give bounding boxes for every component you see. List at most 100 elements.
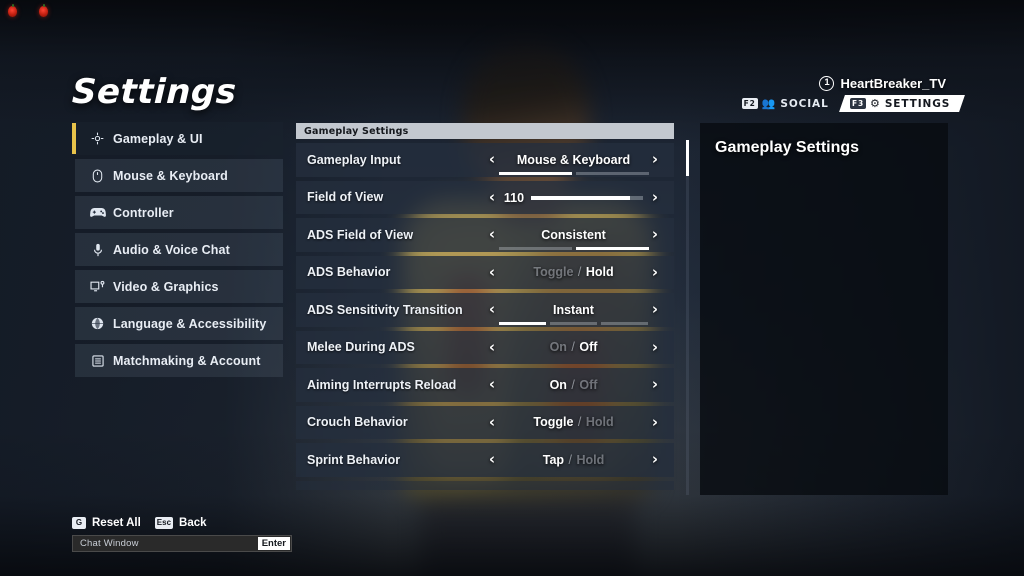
slider-value: 110 (503, 190, 525, 205)
keycap: G (72, 517, 86, 529)
menu-tabbar[interactable]: F2 👥 SOCIAL F3 ⚙ SETTINGS (738, 95, 965, 112)
value-text: Instant (553, 302, 594, 317)
settings-row-label: Sprint Behavior (307, 452, 401, 467)
sidebar-item-audio-voice-chat[interactable]: Audio & Voice Chat (75, 233, 283, 266)
settings-scrollbar[interactable] (686, 140, 689, 495)
chevron-left-icon[interactable]: ‹ (485, 227, 499, 242)
monitor-icon (89, 279, 106, 294)
chevron-left-icon[interactable]: ‹ (485, 152, 499, 167)
key-hint[interactable]: Esc Back (154, 517, 207, 529)
settings-row[interactable]: Aiming Interrupts Reload ‹ On / Off › (296, 368, 674, 402)
chevron-left-icon[interactable]: ‹ (485, 377, 499, 392)
chevron-left-icon[interactable]: ‹ (485, 189, 499, 205)
settings-row[interactable]: Field of View ‹ 110 › (296, 180, 674, 214)
value-text: Mouse & Keyboard (516, 152, 631, 167)
chevron-right-icon[interactable]: › (648, 414, 662, 430)
tab-social[interactable]: F2 👥 SOCIAL (738, 95, 838, 112)
slider-track[interactable] (531, 195, 644, 200)
chevron-left-icon[interactable]: ‹ (485, 264, 499, 280)
list-icon (89, 353, 106, 368)
tab-social-label: SOCIAL (780, 97, 829, 110)
value-option-active: Toggle (533, 415, 574, 430)
settings-row[interactable]: Sprint Behavior ‹ Tap / Hold › (296, 443, 674, 477)
chevron-left-icon[interactable]: ‹ (485, 414, 499, 430)
chevron-left-icon[interactable]: ‹ (485, 452, 499, 467)
settings-row-value: Toggle / Hold (499, 415, 648, 429)
sidebar-item-gameplay-ui[interactable]: Gameplay & UI (72, 122, 283, 155)
value-separator: / (571, 377, 575, 392)
sidebar-item-mouse-keyboard[interactable]: Mouse & Keyboard (75, 159, 283, 192)
settings-row-partial[interactable] (296, 480, 674, 490)
settings-row-value: Consistent (498, 227, 649, 250)
settings-row-label: ADS Field of View (307, 227, 414, 242)
settings-row[interactable]: Crouch Behavior ‹ Toggle / Hold › (296, 405, 674, 439)
value-text: Consistent (541, 227, 606, 242)
segment-tick (498, 171, 572, 175)
settings-row[interactable]: ADS Sensitivity Transition ‹ Instant › (296, 293, 674, 327)
party-slot-badge: 1 (819, 76, 835, 91)
segment-tick (549, 321, 598, 325)
settings-row-value: On / Off (499, 340, 648, 354)
segment-tick (575, 171, 649, 175)
chevron-right-icon[interactable]: › (648, 339, 662, 355)
chat-input-placeholder: Chat Window (80, 538, 139, 549)
sidebar-item-matchmaking-account[interactable]: Matchmaking & Account (75, 344, 283, 377)
value-option-inactive: Hold (576, 452, 605, 467)
chevron-left-icon[interactable]: ‹ (485, 302, 499, 317)
value-option-active: Tap (542, 452, 565, 467)
value-separator: / (568, 452, 572, 467)
red-indicator-dot (8, 6, 17, 17)
value-separator: / (577, 265, 582, 280)
settings-row[interactable]: Melee During ADS ‹ On / Off › (296, 330, 674, 364)
crosshair-icon (89, 131, 106, 146)
settings-row-value: 110 (499, 190, 648, 205)
keycap: Esc (154, 517, 174, 529)
settings-sidebar[interactable]: Gameplay & UI Mouse & Keyboard Controller A… (72, 122, 283, 381)
gamepad-icon (89, 205, 106, 220)
segment-indicator (498, 321, 649, 325)
settings-rows[interactable]: Gameplay Input ‹ Mouse & Keyboard › Field of… (296, 143, 674, 490)
chevron-right-icon[interactable]: › (648, 452, 662, 467)
value-slider[interactable]: 110 (503, 190, 644, 205)
key-f3: F3 (849, 98, 866, 109)
sidebar-item-label: Mouse & Keyboard (113, 168, 228, 183)
red-indicator-dot (39, 6, 48, 17)
tab-settings[interactable]: F3 ⚙ SETTINGS (838, 95, 965, 112)
sidebar-item-language-accessibility[interactable]: Language & Accessibility (75, 307, 283, 340)
key-hint[interactable]: G Reset All (72, 517, 141, 529)
chat-window[interactable]: Chat Window Enter (72, 535, 292, 552)
value-separator: / (571, 340, 575, 355)
chevron-right-icon[interactable]: › (648, 189, 662, 205)
sidebar-item-controller[interactable]: Controller (75, 196, 283, 229)
settings-row-label: ADS Sensitivity Transition (307, 302, 463, 317)
chat-submit-key[interactable]: Enter (257, 537, 290, 550)
chevron-right-icon[interactable]: › (648, 227, 662, 242)
chevron-right-icon[interactable]: › (648, 152, 662, 167)
mouse-icon (89, 168, 106, 183)
slider-fill (531, 195, 630, 200)
value-option-active: Hold (585, 265, 614, 280)
chevron-left-icon[interactable]: ‹ (485, 339, 499, 355)
scrollbar-thumb[interactable] (686, 140, 689, 176)
key-f2: F2 (741, 98, 758, 109)
value-option-inactive: Off (579, 377, 598, 392)
chevron-right-icon[interactable]: › (648, 302, 662, 317)
sidebar-item-label: Matchmaking & Account (113, 353, 261, 368)
settings-row-label: ADS Behavior (307, 265, 391, 280)
social-icon: 👥 (761, 97, 777, 110)
microphone-icon (89, 242, 106, 257)
segment-indicator (498, 171, 649, 175)
tab-settings-label: SETTINGS (884, 97, 950, 110)
settings-row[interactable]: Gameplay Input ‹ Mouse & Keyboard › (296, 143, 674, 177)
chevron-right-icon[interactable]: › (648, 264, 662, 280)
chevron-right-icon[interactable]: › (648, 377, 662, 392)
settings-row-label: Aiming Interrupts Reload (307, 377, 457, 392)
settings-row-value: Tap / Hold (499, 453, 648, 467)
value-option-active: Off (579, 340, 598, 355)
settings-row[interactable]: ADS Field of View ‹ Consistent › (296, 218, 674, 252)
sidebar-item-video-graphics[interactable]: Video & Graphics (75, 270, 283, 303)
user-info: 1 HeartBreaker_TV (819, 76, 946, 91)
settings-row-label: Field of View (307, 190, 384, 205)
segment-tick (575, 246, 649, 250)
settings-row[interactable]: ADS Behavior ‹ Toggle / Hold › (296, 255, 674, 289)
